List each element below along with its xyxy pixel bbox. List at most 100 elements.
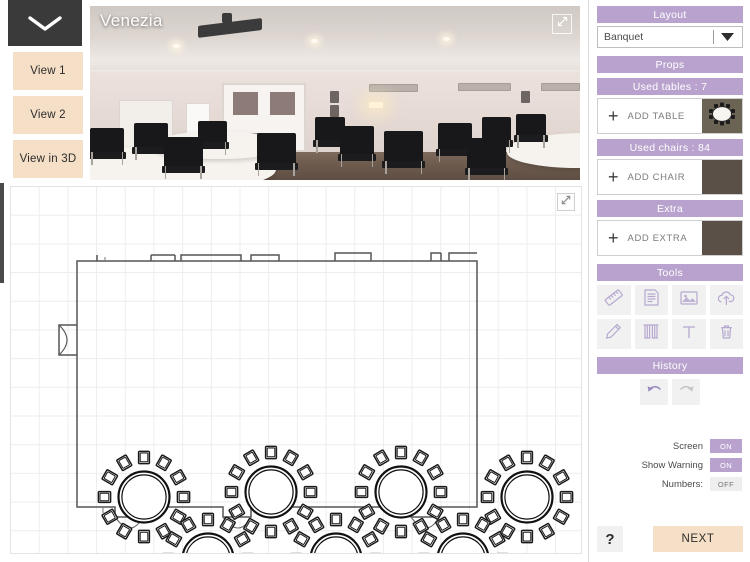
photo-chair bbox=[90, 127, 127, 166]
text-tool-button[interactable] bbox=[672, 319, 706, 349]
banquet-chair[interactable] bbox=[219, 516, 236, 534]
banquet-chair[interactable] bbox=[456, 512, 470, 527]
banquet-chair[interactable] bbox=[137, 450, 151, 465]
banquet-chair[interactable] bbox=[426, 503, 444, 520]
view-2-button[interactable]: View 2 bbox=[13, 96, 83, 134]
banquet-chair[interactable] bbox=[480, 490, 495, 504]
banquet-chair[interactable] bbox=[228, 503, 246, 520]
banquet-table[interactable] bbox=[480, 450, 574, 544]
banquet-chair[interactable] bbox=[358, 503, 376, 520]
banquet-chair[interactable] bbox=[243, 449, 260, 467]
banquet-chair[interactable] bbox=[394, 524, 408, 539]
banquet-chair[interactable] bbox=[538, 522, 555, 540]
banquet-chair[interactable] bbox=[433, 485, 448, 499]
banquet-chair[interactable] bbox=[559, 490, 574, 504]
banquet-chair[interactable] bbox=[201, 512, 215, 527]
banquet-chair[interactable] bbox=[101, 469, 119, 486]
banquet-table[interactable] bbox=[289, 512, 383, 554]
banquet-chair[interactable] bbox=[282, 517, 299, 535]
table-top[interactable] bbox=[500, 470, 554, 524]
add-extra-button[interactable]: + ADD EXTRA bbox=[598, 221, 702, 255]
banquet-chair[interactable] bbox=[426, 464, 444, 481]
banquet-chair[interactable] bbox=[137, 529, 151, 544]
cloud-upload-icon bbox=[716, 289, 737, 312]
redo-button[interactable] bbox=[672, 379, 700, 405]
banquet-chair[interactable] bbox=[520, 450, 534, 465]
ruler-tool-button[interactable] bbox=[597, 285, 631, 315]
layout-select[interactable]: Banquet bbox=[597, 26, 743, 48]
banquet-chair[interactable] bbox=[155, 454, 172, 472]
delete-tool-button[interactable] bbox=[709, 319, 743, 349]
banquet-chair[interactable] bbox=[394, 445, 408, 460]
banquet-chair[interactable] bbox=[116, 454, 133, 472]
banquet-chair[interactable] bbox=[293, 531, 311, 548]
table-top[interactable] bbox=[117, 470, 171, 524]
upload-tool-button[interactable] bbox=[709, 285, 743, 315]
banquet-chair[interactable] bbox=[552, 508, 570, 525]
notes-tool-button[interactable] bbox=[634, 285, 668, 315]
banquet-chair[interactable] bbox=[347, 516, 364, 534]
banquet-chair[interactable] bbox=[224, 485, 239, 499]
banquet-chair[interactable] bbox=[520, 529, 534, 544]
view-1-button[interactable]: View 1 bbox=[13, 52, 83, 90]
help-button[interactable]: ? bbox=[597, 526, 623, 552]
table-thumbnail-button[interactable] bbox=[702, 99, 742, 133]
collapse-panel-button[interactable] bbox=[8, 0, 82, 46]
banquet-chair[interactable] bbox=[552, 469, 570, 486]
banquet-chair[interactable] bbox=[264, 445, 278, 460]
banquet-chair[interactable] bbox=[303, 485, 318, 499]
banquet-chair[interactable] bbox=[361, 531, 379, 548]
photo-expand-button[interactable] bbox=[552, 14, 572, 34]
banquet-chair[interactable] bbox=[373, 517, 390, 535]
banquet-chair[interactable] bbox=[358, 464, 376, 481]
chair-thumbnail-button[interactable] bbox=[702, 160, 742, 194]
banquet-chair[interactable] bbox=[233, 531, 251, 548]
photo-chair bbox=[480, 117, 514, 153]
table-top[interactable] bbox=[374, 465, 428, 519]
banquet-chair[interactable] bbox=[101, 508, 119, 525]
extra-thumbnail-button[interactable] bbox=[702, 221, 742, 255]
view-3d-button[interactable]: View in 3D bbox=[13, 140, 83, 178]
banquet-chair[interactable] bbox=[484, 469, 502, 486]
banquet-chair[interactable] bbox=[97, 490, 112, 504]
banquet-chair[interactable] bbox=[354, 485, 369, 499]
banquet-chair[interactable] bbox=[499, 454, 516, 472]
banquet-chair[interactable] bbox=[420, 531, 438, 548]
banquet-chair[interactable] bbox=[538, 454, 555, 472]
curtains-tool-button[interactable] bbox=[634, 319, 668, 349]
banquet-table[interactable] bbox=[97, 450, 191, 544]
extra-label: Extra bbox=[656, 202, 683, 215]
screen-toggle[interactable]: ON bbox=[710, 439, 742, 453]
document-icon bbox=[642, 288, 661, 312]
numbers-toggle[interactable]: OFF bbox=[710, 477, 742, 491]
banquet-chair[interactable] bbox=[282, 449, 299, 467]
banquet-chair[interactable] bbox=[296, 464, 314, 481]
undo-button[interactable] bbox=[640, 379, 668, 405]
banquet-chair[interactable] bbox=[329, 512, 343, 527]
banquet-chair[interactable] bbox=[412, 449, 429, 467]
next-button[interactable]: NEXT bbox=[653, 526, 743, 552]
banquet-chair[interactable] bbox=[228, 464, 246, 481]
banquet-chair[interactable] bbox=[176, 490, 191, 504]
banquet-chair[interactable] bbox=[308, 516, 325, 534]
floorplan-canvas[interactable] bbox=[10, 186, 582, 554]
banquet-table[interactable] bbox=[354, 445, 448, 539]
image-tool-button[interactable] bbox=[672, 285, 706, 315]
banquet-chair[interactable] bbox=[243, 517, 260, 535]
floorplan-expand-button[interactable] bbox=[557, 193, 575, 211]
banquet-chair[interactable] bbox=[116, 522, 133, 540]
banquet-chair[interactable] bbox=[373, 449, 390, 467]
banquet-chair[interactable] bbox=[264, 524, 278, 539]
banquet-chair[interactable] bbox=[169, 469, 187, 486]
room-name-label: Venezia bbox=[100, 11, 163, 30]
add-chair-button[interactable]: + ADD CHAIR bbox=[598, 160, 702, 194]
show-warning-toggle[interactable]: ON bbox=[710, 458, 742, 472]
draw-tool-button[interactable] bbox=[597, 319, 631, 349]
banquet-table[interactable] bbox=[224, 445, 318, 539]
add-table-button[interactable]: + ADD TABLE bbox=[598, 99, 702, 133]
floorplan-tables-layer[interactable] bbox=[11, 187, 582, 554]
room-photo-panel[interactable]: Venezia bbox=[90, 6, 580, 180]
banquet-chair[interactable] bbox=[296, 503, 314, 520]
table-top[interactable] bbox=[244, 465, 298, 519]
numbers-toggle-row: Numbers: OFF bbox=[597, 477, 742, 491]
